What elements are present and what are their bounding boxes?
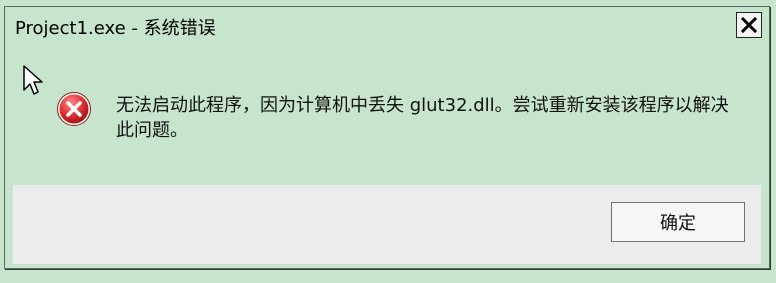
ok-button[interactable]: 确定	[611, 202, 745, 242]
close-button[interactable]	[736, 12, 762, 38]
mouse-pointer-icon	[23, 65, 43, 95]
error-icon	[57, 92, 91, 126]
close-icon	[740, 16, 758, 34]
error-message: 无法启动此程序，因为计算机中丢失 glut32.dll。尝试重新安装该程序以解决…	[116, 95, 729, 141]
button-panel: 确定	[13, 185, 761, 264]
message-panel: 无法启动此程序，因为计算机中丢失 glut32.dll。尝试重新安装该程序以解决…	[13, 44, 761, 185]
dialog-title: Project1.exe - 系统错误	[15, 18, 216, 39]
dialog-body: 无法启动此程序，因为计算机中丢失 glut32.dll。尝试重新安装该程序以解决…	[13, 44, 761, 264]
desktop-background	[0, 272, 776, 283]
dialog-titlebar[interactable]: Project1.exe - 系统错误	[5, 7, 769, 43]
system-error-dialog: Project1.exe - 系统错误 无法启动此程序，因为计算机中丢失 glu…	[4, 6, 770, 269]
